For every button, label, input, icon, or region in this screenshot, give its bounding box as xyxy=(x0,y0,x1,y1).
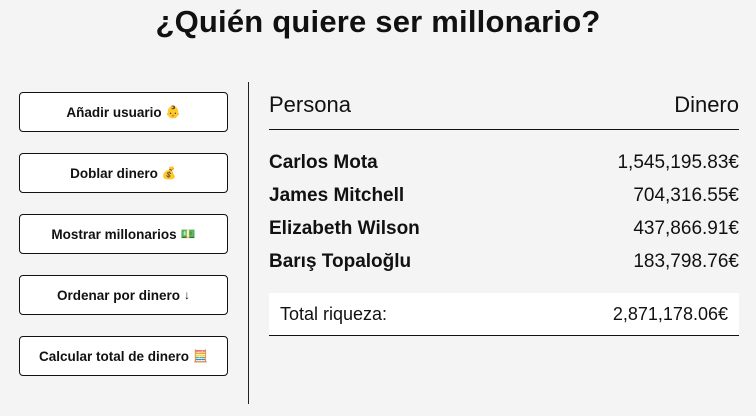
vertical-divider xyxy=(248,82,249,404)
sidebar: Añadir usuario 👶 Doblar dinero 💰 Mostrar… xyxy=(19,92,228,397)
person-money: 704,316.55€ xyxy=(633,185,739,206)
person-row: James Mitchell 704,316.55€ xyxy=(269,179,739,212)
person-name: Barış Topaloğlu xyxy=(269,251,412,272)
person-column-header: Persona xyxy=(269,92,351,117)
show-millionaires-button-label: Mostrar millonarios xyxy=(51,226,177,242)
money-bag-icon: 💰 xyxy=(161,166,177,180)
table-header: Persona Dinero xyxy=(269,86,739,130)
add-user-button-label: Añadir usuario xyxy=(66,104,162,120)
calculate-total-button[interactable]: Calcular total de dinero 🧮 xyxy=(19,336,228,376)
person-money: 183,798.76€ xyxy=(633,251,739,272)
person-name: James Mitchell xyxy=(269,185,405,206)
person-row: Barış Topaloğlu 183,798.76€ xyxy=(269,245,739,278)
page-title: ¿Quién quiere ser millonario? xyxy=(155,4,601,39)
add-user-button[interactable]: Añadir usuario 👶 xyxy=(19,92,228,132)
arrow-down-icon: ↓ xyxy=(184,288,191,302)
money-column-header: Dinero xyxy=(674,92,739,117)
person-list: Carlos Mota 1,545,195.83€ James Mitchell… xyxy=(269,146,739,278)
calculate-total-button-label: Calcular total de dinero xyxy=(39,348,190,364)
person-row: Elizabeth Wilson 437,866.91€ xyxy=(269,212,739,245)
abacus-icon: 🧮 xyxy=(193,349,208,363)
show-millionaires-button[interactable]: Mostrar millonarios 💵 xyxy=(19,214,228,254)
person-money: 1,545,195.83€ xyxy=(617,152,739,173)
baby-icon: 👶 xyxy=(165,105,181,119)
person-name: Carlos Mota xyxy=(269,152,378,173)
sort-by-money-button[interactable]: Ordenar por dinero ↓ xyxy=(19,275,228,315)
total-wealth-value: 2,871,178.06€ xyxy=(612,303,728,324)
sort-by-money-button-label: Ordenar por dinero xyxy=(56,287,181,303)
double-money-button-label: Doblar dinero xyxy=(70,165,158,181)
person-name: Elizabeth Wilson xyxy=(269,218,420,239)
main-panel: Persona Dinero Carlos Mota 1,545,195.83€… xyxy=(269,86,739,336)
person-row: Carlos Mota 1,545,195.83€ xyxy=(269,146,739,179)
total-wealth-row: Total riqueza: 2,871,178.06€ xyxy=(269,293,739,336)
person-money: 437,866.91€ xyxy=(633,218,739,239)
double-money-button[interactable]: Doblar dinero 💰 xyxy=(19,153,228,193)
banknote-icon: 💵 xyxy=(180,227,196,241)
total-wealth-label: Total riqueza: xyxy=(280,303,388,324)
